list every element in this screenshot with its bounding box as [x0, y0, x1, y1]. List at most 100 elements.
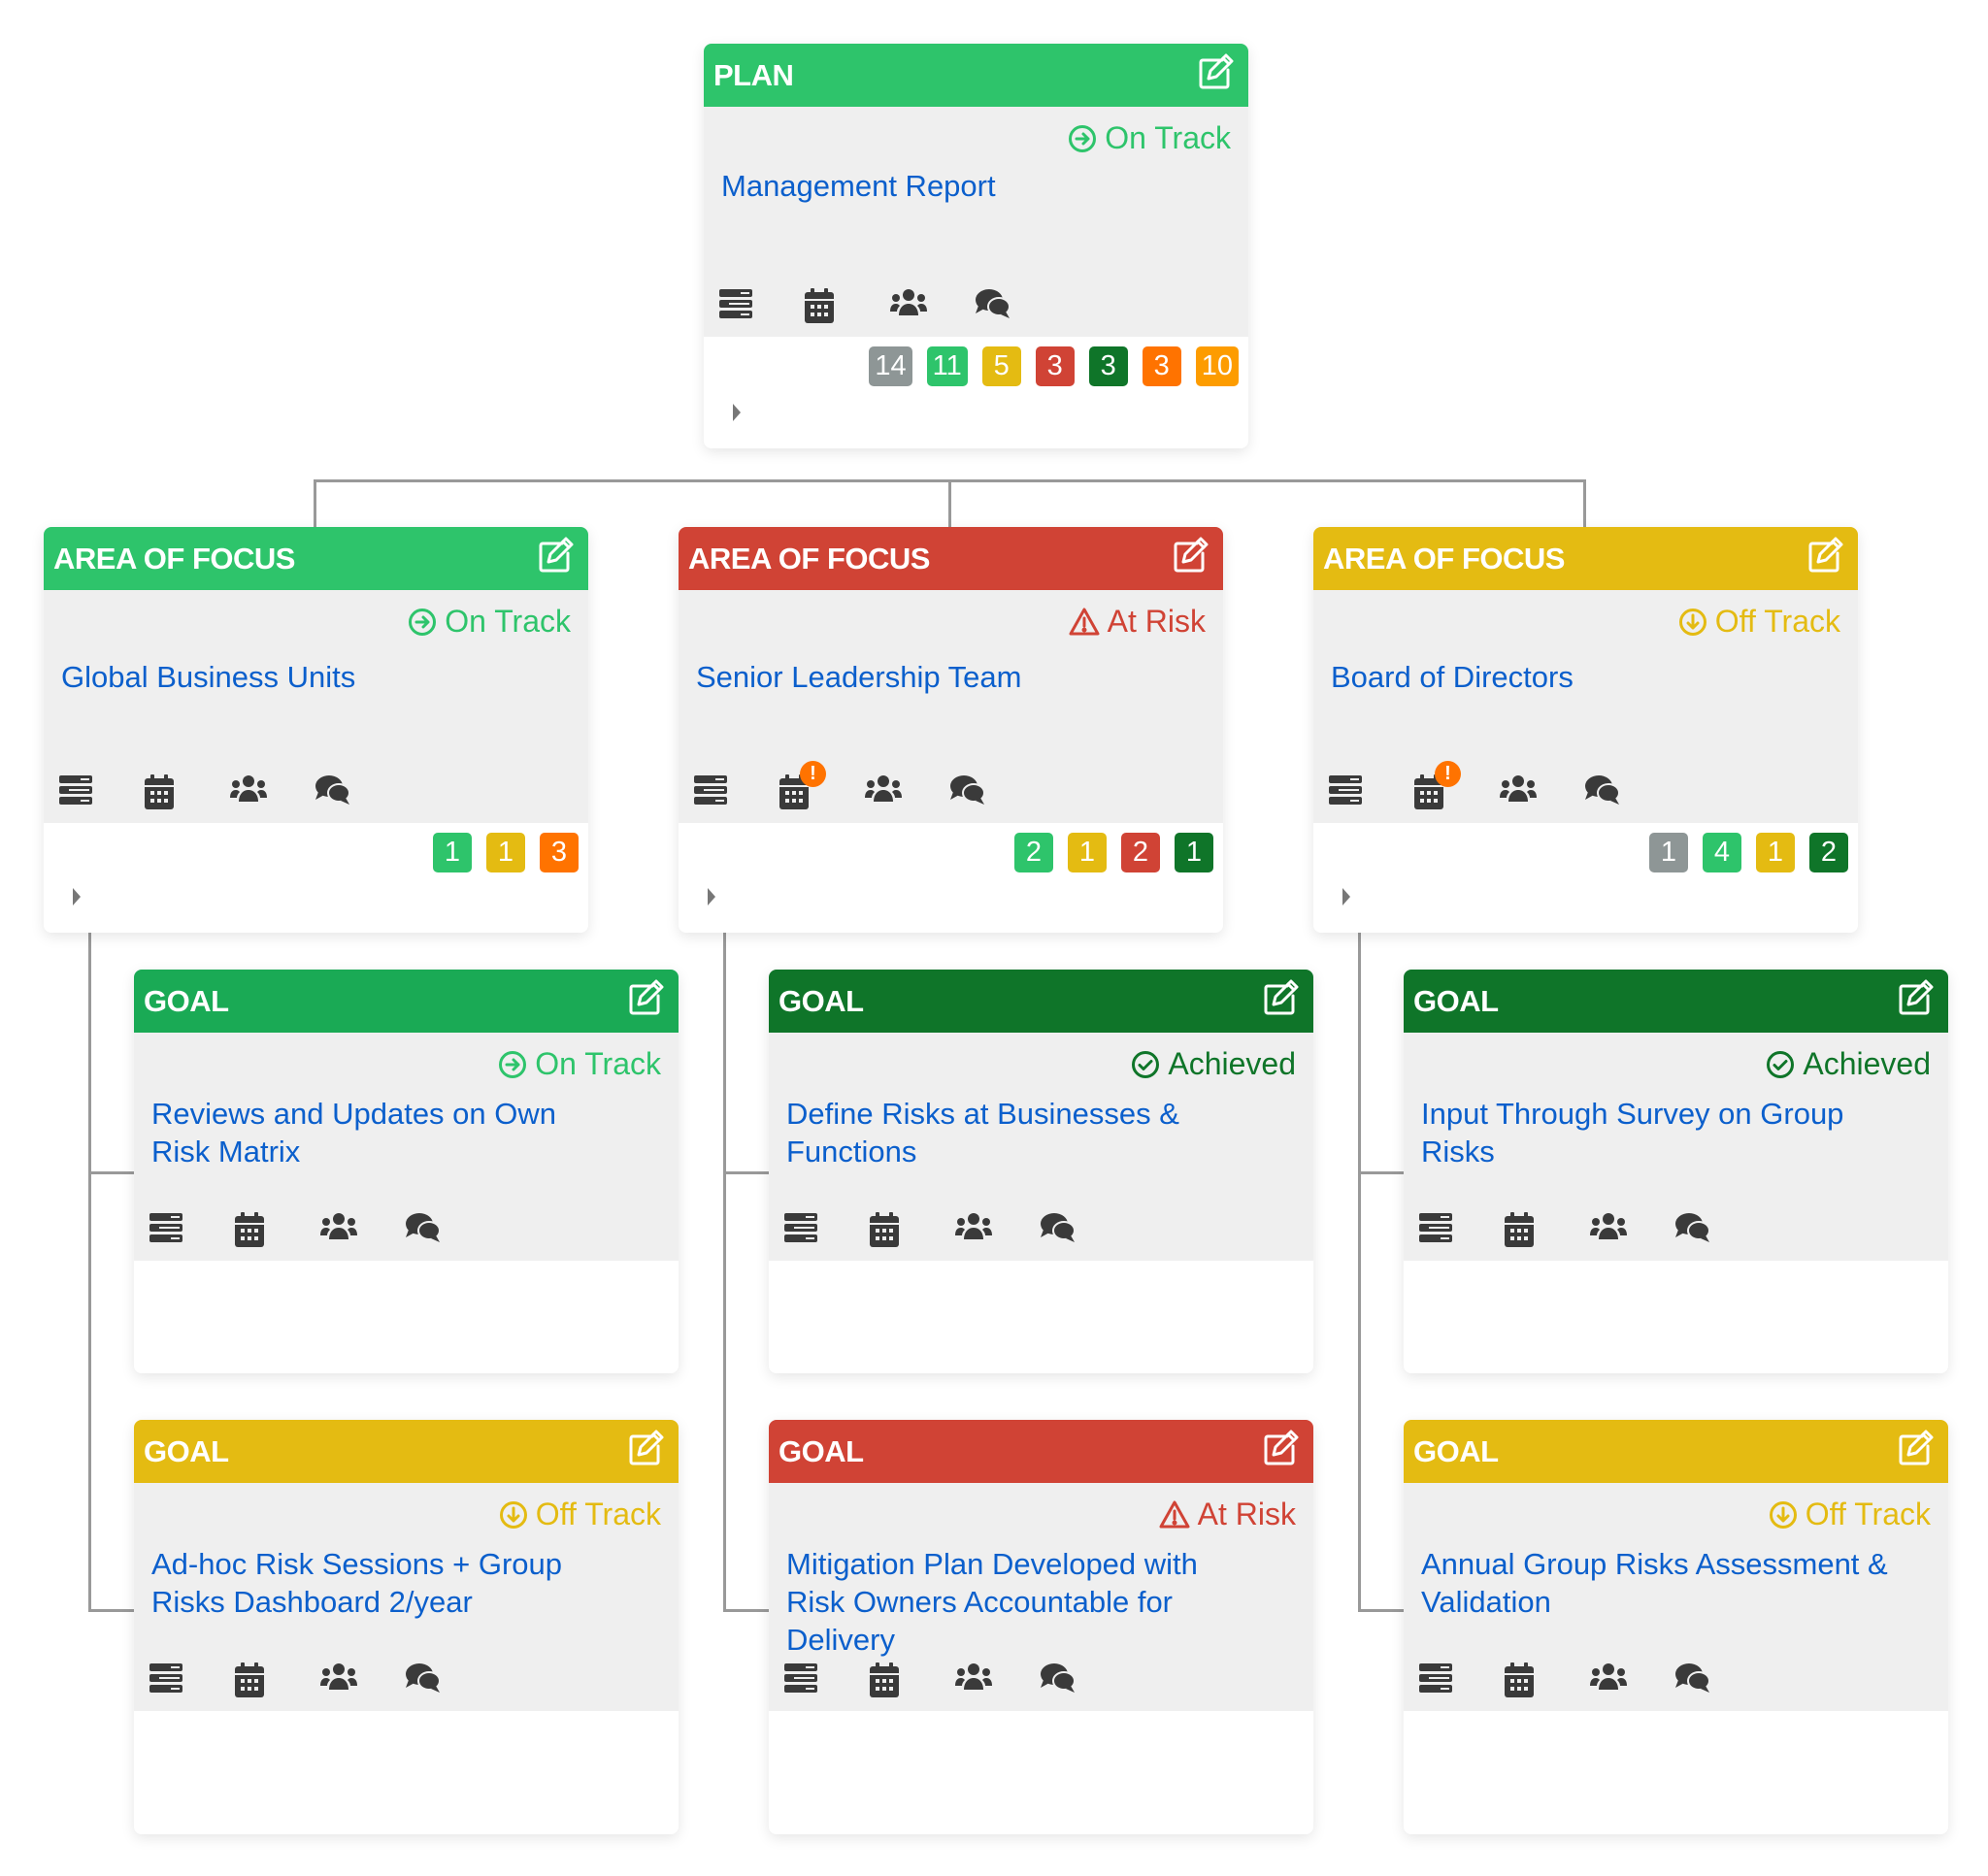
status-count-badge[interactable]: 3: [1142, 346, 1181, 386]
card-tools: [1419, 1212, 1710, 1247]
card-type-label: GOAL: [779, 983, 864, 1018]
calendar-icon[interactable]: [1505, 1212, 1538, 1247]
team-icon[interactable]: [955, 1212, 992, 1245]
expand-toggle-icon[interactable]: [73, 888, 81, 905]
status-label: Off Track: [535, 1497, 661, 1531]
connector-vertical: [948, 479, 951, 527]
team-icon[interactable]: [865, 774, 902, 807]
details-list-icon[interactable]: [694, 774, 727, 807]
team-icon[interactable]: [320, 1662, 357, 1695]
status-count-badge[interactable]: 3: [1088, 346, 1128, 386]
goal-title-link[interactable]: Input Through Survey on Group Risks: [1421, 1095, 1890, 1170]
card-body: On Track Global Business Units: [44, 590, 588, 823]
team-icon[interactable]: [230, 774, 267, 807]
status-count-badge[interactable]: 1: [433, 833, 472, 872]
calendar-icon[interactable]: [145, 774, 178, 809]
status-count-badge[interactable]: 3: [1035, 346, 1075, 386]
aof-title-link[interactable]: Global Business Units: [61, 658, 530, 696]
details-list-icon[interactable]: [149, 1212, 182, 1245]
comments-icon[interactable]: [1041, 1212, 1076, 1245]
status-count-badge[interactable]: 1: [1756, 833, 1795, 872]
status-count-badge[interactable]: 1: [1175, 833, 1213, 872]
connector-branch: [88, 1171, 134, 1174]
aof-title-link[interactable]: Senior Leadership Team: [696, 658, 1165, 696]
goal-title-link[interactable]: Annual Group Risks Assessment & Validati…: [1421, 1545, 1890, 1621]
aof-title-link[interactable]: Board of Directors: [1331, 658, 1800, 696]
status-count-badge[interactable]: 1: [1068, 833, 1107, 872]
team-icon[interactable]: [320, 1212, 357, 1245]
connector-branch: [88, 1609, 134, 1612]
status-count-badge[interactable]: 3: [540, 833, 579, 872]
goal-title-link[interactable]: Define Risks at Businesses & Functions: [786, 1095, 1255, 1170]
calendar-icon[interactable]: [235, 1662, 268, 1697]
comments-icon[interactable]: [1675, 1662, 1710, 1695]
details-list-icon[interactable]: [719, 288, 752, 321]
edit-button[interactable]: [624, 1430, 667, 1473]
status-count-badge[interactable]: 2: [1809, 833, 1848, 872]
calendar-icon[interactable]: [1505, 1662, 1538, 1697]
details-list-icon[interactable]: [1329, 774, 1362, 807]
comments-icon[interactable]: [1041, 1662, 1076, 1695]
edit-button[interactable]: [1259, 979, 1302, 1023]
details-list-icon[interactable]: [784, 1212, 817, 1245]
status-label: On Track: [535, 1046, 661, 1081]
status-count-badge[interactable]: 4: [1703, 833, 1741, 872]
expand-toggle-icon[interactable]: [733, 404, 741, 421]
team-icon[interactable]: [1500, 774, 1537, 807]
status-count-badge[interactable]: 2: [1121, 833, 1160, 872]
team-icon[interactable]: [1590, 1662, 1627, 1695]
status-count-badge[interactable]: 2: [1014, 833, 1053, 872]
edit-button[interactable]: [534, 537, 577, 580]
comments-icon[interactable]: [950, 774, 985, 807]
status-count-badge[interactable]: 10: [1195, 346, 1239, 386]
goal-title-link[interactable]: Ad-hoc Risk Sessions + Group Risks Dashb…: [151, 1545, 620, 1621]
card-footer: 1412: [1313, 823, 1858, 933]
team-icon[interactable]: [1590, 1212, 1627, 1245]
edit-button[interactable]: [1894, 1430, 1937, 1473]
card-footer: [134, 1261, 679, 1373]
comments-icon[interactable]: [406, 1212, 441, 1245]
calendar-icon[interactable]: [805, 288, 838, 323]
expand-toggle-icon[interactable]: [1342, 888, 1350, 905]
edit-button[interactable]: [1804, 537, 1846, 580]
status-count-badge[interactable]: 1: [486, 833, 525, 872]
edit-button[interactable]: [1259, 1430, 1302, 1473]
goal-title-link[interactable]: Mitigation Plan Developed with Risk Owne…: [786, 1545, 1255, 1659]
details-list-icon[interactable]: [1419, 1212, 1452, 1245]
details-list-icon[interactable]: [149, 1662, 182, 1695]
comments-icon[interactable]: [315, 774, 350, 807]
team-icon[interactable]: [890, 288, 927, 321]
edit-button[interactable]: [1169, 537, 1211, 580]
expand-toggle-icon[interactable]: [708, 888, 715, 905]
status-indicator: On Track: [408, 604, 571, 640]
status-count-badge[interactable]: 1: [1649, 833, 1688, 872]
details-list-icon[interactable]: [784, 1662, 817, 1695]
edit-button[interactable]: [1194, 53, 1237, 97]
goal-card: GOAL At Risk Mitigation Plan Developed wit…: [769, 1420, 1313, 1834]
comments-icon[interactable]: [976, 288, 1011, 321]
card-footer: [769, 1261, 1313, 1373]
edit-button[interactable]: [1894, 979, 1937, 1023]
edit-button[interactable]: [624, 979, 667, 1023]
card-type-label: AREA OF FOCUS: [53, 541, 295, 576]
calendar-icon[interactable]: !: [1414, 761, 1461, 809]
card-footer: 2121: [679, 823, 1223, 933]
calendar-icon[interactable]: [235, 1212, 268, 1247]
comments-icon[interactable]: [1585, 774, 1620, 807]
comments-icon[interactable]: [406, 1662, 441, 1695]
status-count-badge[interactable]: 14: [869, 346, 912, 386]
goal-card: GOAL Off Track Ad-hoc Risk Sessions + Grou…: [134, 1420, 679, 1834]
status-count-badge[interactable]: 5: [981, 346, 1021, 386]
details-list-icon[interactable]: [1419, 1662, 1452, 1695]
calendar-icon[interactable]: [870, 1212, 903, 1247]
details-list-icon[interactable]: [59, 774, 92, 807]
calendar-icon[interactable]: [870, 1662, 903, 1697]
status-count-badge[interactable]: 11: [926, 346, 968, 386]
plan-title-link[interactable]: Management Report: [721, 167, 1190, 205]
comments-icon[interactable]: [1675, 1212, 1710, 1245]
warning-triangle-icon: [1159, 1500, 1190, 1530]
calendar-icon[interactable]: !: [779, 761, 826, 809]
goal-title-link[interactable]: Reviews and Updates on Own Risk Matrix: [151, 1095, 620, 1170]
connector-vertical: [723, 933, 726, 1612]
team-icon[interactable]: [955, 1662, 992, 1695]
